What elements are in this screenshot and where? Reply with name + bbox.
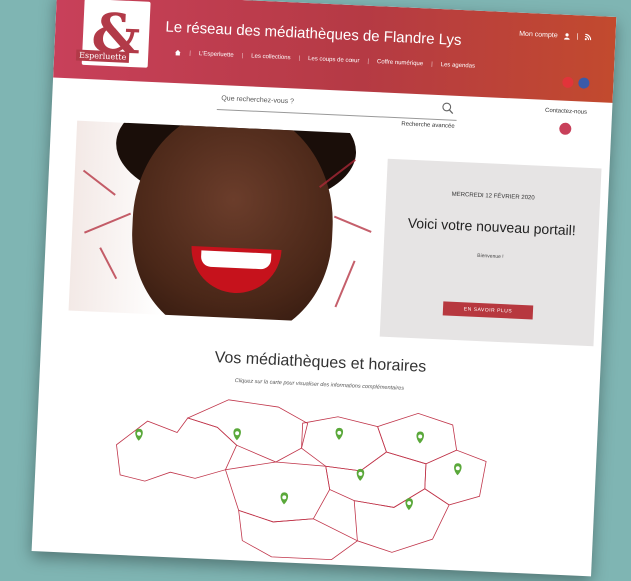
divider: | bbox=[576, 33, 579, 41]
nav-item-esperluette[interactable]: L'Esperluette bbox=[199, 51, 234, 59]
featured-subtitle: Bienvenue ! bbox=[477, 252, 504, 261]
hero-face bbox=[127, 120, 338, 325]
search-bar: Que recherchez-vous ? bbox=[216, 90, 458, 121]
browser-page: & Esperluette Le réseau des médiathèques… bbox=[31, 0, 617, 577]
youtube-icon[interactable] bbox=[562, 76, 574, 89]
search-icon[interactable] bbox=[441, 101, 456, 116]
confetti-decoration bbox=[334, 260, 356, 308]
featured-title: Voici votre nouveau portail! bbox=[407, 214, 577, 239]
nav-item-coffre-numerique[interactable]: Coffre numérique bbox=[377, 59, 423, 67]
nav-item-coups-de-coeur[interactable]: Les coups de cœur bbox=[308, 56, 360, 64]
featured-date: MERCREDI 12 FÉVRIER 2020 bbox=[451, 191, 535, 202]
rss-icon[interactable] bbox=[584, 33, 592, 41]
confetti-decoration bbox=[84, 212, 132, 234]
map-region bbox=[301, 416, 387, 472]
nav-item-collections[interactable]: Les collections bbox=[251, 53, 291, 61]
confetti-decoration bbox=[99, 247, 118, 280]
map-pin-icon bbox=[416, 431, 424, 444]
user-icon[interactable] bbox=[564, 33, 571, 40]
nav-separator: | bbox=[367, 58, 370, 65]
map-pin-icon bbox=[356, 468, 365, 481]
nav-separator: | bbox=[241, 52, 244, 59]
logo-wordmark: Esperluette bbox=[75, 49, 130, 63]
account-area: Mon compte | bbox=[519, 31, 592, 41]
contact-block[interactable]: Contactez-nous bbox=[535, 107, 596, 136]
nav-item-agendas[interactable]: Les agendas bbox=[441, 62, 476, 70]
map-region bbox=[424, 449, 487, 506]
site-header: & Esperluette Le réseau des médiathèques… bbox=[53, 0, 617, 103]
facebook-icon[interactable] bbox=[578, 77, 590, 89]
map-pin-icon bbox=[233, 428, 241, 441]
contact-label[interactable]: Contactez-nous bbox=[545, 108, 587, 116]
nav-separator: | bbox=[431, 61, 433, 68]
nav-separator: | bbox=[298, 55, 301, 62]
map-region bbox=[186, 399, 309, 463]
confetti-decoration bbox=[333, 215, 372, 233]
map-pin-icon bbox=[280, 492, 289, 505]
learn-more-button[interactable]: EN SAVOIR PLUS bbox=[442, 301, 534, 320]
map-pin-icon bbox=[335, 427, 344, 440]
map-pin-icon bbox=[454, 463, 462, 476]
map-region bbox=[116, 417, 238, 482]
mail-icon[interactable] bbox=[559, 122, 572, 136]
site-logo[interactable]: & Esperluette bbox=[75, 0, 151, 68]
featured-card: MERCREDI 12 FÉVRIER 2020 Voici votre nou… bbox=[379, 158, 602, 347]
map-region bbox=[238, 509, 359, 561]
map-pin-icon bbox=[405, 498, 413, 511]
hero-image bbox=[68, 120, 387, 325]
confetti-decoration bbox=[82, 169, 116, 196]
main-nav: | L'Esperluette | Les collections | Les … bbox=[174, 49, 475, 70]
account-link[interactable]: Mon compte bbox=[519, 31, 558, 40]
nav-separator: | bbox=[189, 50, 192, 57]
home-icon[interactable] bbox=[174, 49, 181, 56]
hero-teeth bbox=[200, 250, 272, 270]
site-title: Le réseau des médiathèques de Flandre Ly… bbox=[165, 18, 462, 49]
map-region bbox=[353, 488, 450, 553]
search-input[interactable]: Que recherchez-vous ? bbox=[221, 95, 294, 105]
social-links bbox=[562, 76, 590, 89]
map-pin-icon bbox=[135, 428, 143, 441]
advanced-search-link[interactable]: Recherche avancée bbox=[401, 121, 455, 129]
libraries-map[interactable] bbox=[72, 383, 559, 575]
